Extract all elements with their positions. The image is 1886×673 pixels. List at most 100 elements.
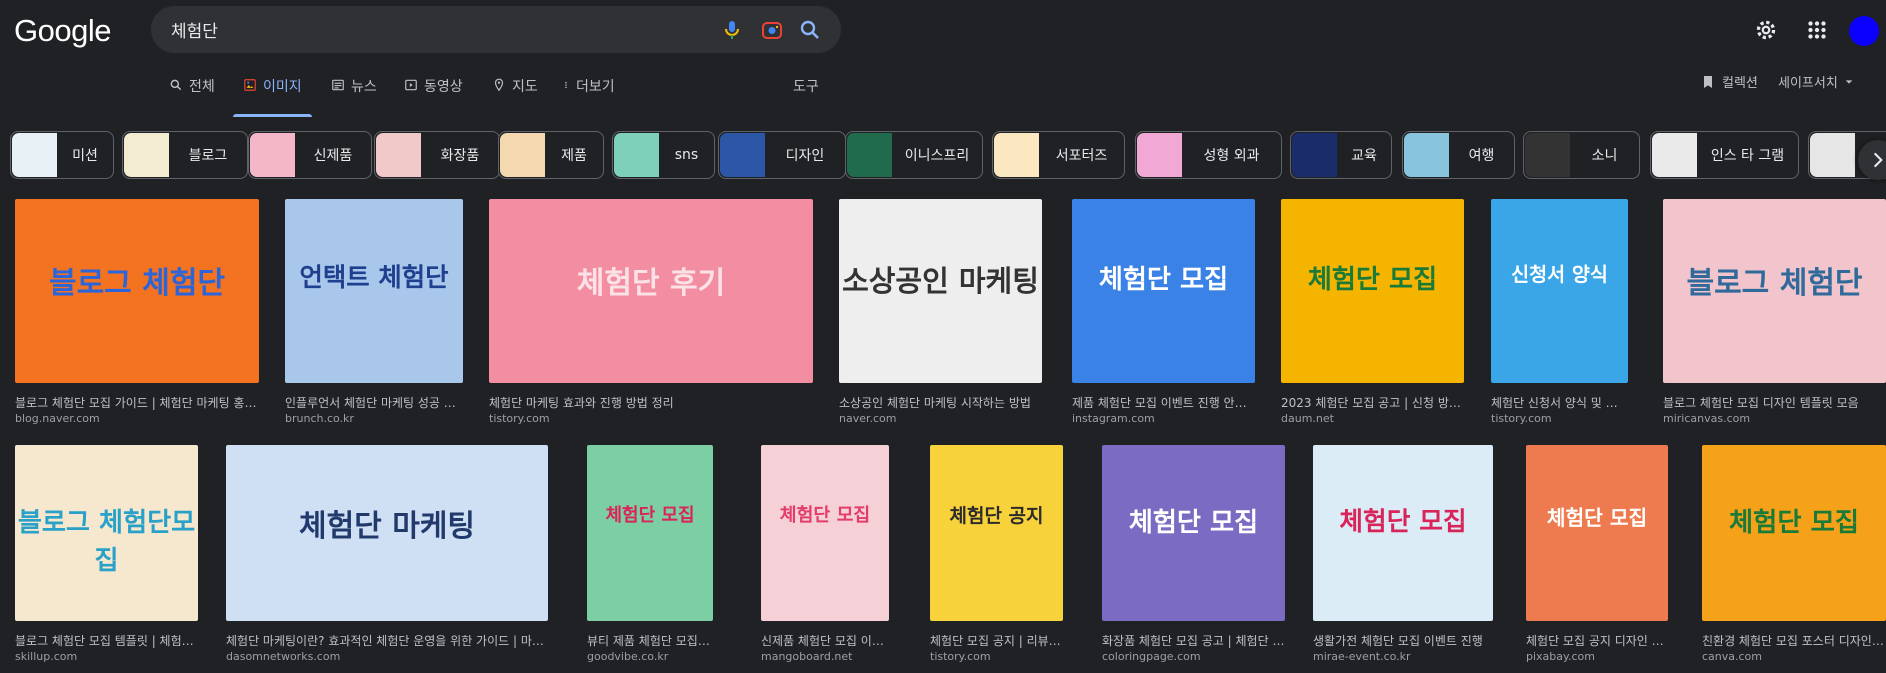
search-box[interactable] — [151, 6, 841, 53]
result-source[interactable]: mirae-event.co.kr — [1313, 650, 1493, 663]
camera-lens-icon[interactable] — [760, 18, 784, 42]
tab-news[interactable]: 뉴스 — [331, 76, 377, 112]
row2-image-result[interactable]: 체험단 모집신제품 체험단 모집 이벤트 안내mangoboard.net — [761, 445, 889, 665]
settings-gear-icon[interactable] — [1753, 17, 1779, 43]
result-thumbnail[interactable]: 블로그 체험단 — [1663, 199, 1886, 383]
result-caption[interactable]: 친환경 체험단 모집 포스터 디자인 템플릿 — [1702, 632, 1886, 649]
row1-image-result[interactable]: 체험단 모집제품 체험단 모집 이벤트 진행 안내 | 뷰티 브랜드 체험단in… — [1072, 199, 1255, 427]
account-avatar[interactable] — [1849, 16, 1879, 46]
result-caption[interactable]: 블로그 체험단 모집 템플릿 | 체험단 모집 디자인 — [15, 632, 198, 649]
tab-images[interactable]: 이미지 — [233, 76, 312, 117]
result-thumbnail[interactable]: 체험단 모집 — [1072, 199, 1255, 383]
result-source[interactable]: dasomnetworks.com — [226, 650, 548, 663]
row1-image-result[interactable]: 체험단 후기체험단 마케팅 효과와 진행 방법 정리 tistory.com — [489, 199, 813, 427]
result-thumbnail[interactable]: 체험단 모집 — [1281, 199, 1464, 383]
chip-4[interactable]: 제품 — [498, 131, 604, 179]
result-source[interactable]: tistory.com — [930, 650, 1063, 663]
result-caption[interactable]: 인플루언서 체험단 마케팅 성공 전략 | 체험단 모집 — [285, 394, 463, 411]
result-source[interactable]: tistory.com — [1491, 412, 1628, 425]
result-caption[interactable]: 블로그 체험단 모집 가이드 | 체험단 마케팅 홍보 방법 — [15, 394, 259, 411]
result-thumbnail[interactable]: 신청서 양식 — [1491, 199, 1628, 383]
result-thumbnail[interactable]: 블로그 체험단모집 — [15, 445, 198, 621]
row2-image-result[interactable]: 체험단 모집체험단 모집 공지 디자인 예시 pixabay.com — [1526, 445, 1668, 665]
result-source[interactable]: tistory.com — [489, 412, 813, 425]
row1-image-result[interactable]: 신청서 양식체험단 신청서 양식 및 작성 방법 안내tistory.com — [1491, 199, 1628, 427]
row2-image-result[interactable]: 체험단 모집뷰티 제품 체험단 모집 포스터 디자인goodvibe.co.kr — [587, 445, 713, 665]
result-source[interactable]: naver.com — [839, 412, 1042, 425]
search-icon[interactable] — [798, 18, 822, 42]
result-thumbnail[interactable]: 체험단 모집 — [1702, 445, 1886, 621]
result-caption[interactable]: 체험단 모집 공지 | 리뷰어 체험단 모집 — [930, 632, 1063, 649]
result-caption[interactable]: 소상공인 체험단 마케팅 시작하는 방법 — [839, 394, 1042, 411]
tab-videos[interactable]: 동영상 — [404, 76, 463, 112]
result-thumbnail[interactable]: 체험단 후기 — [489, 199, 813, 383]
result-thumbnail[interactable]: 블로그 체험단 — [15, 199, 259, 383]
row2-image-result[interactable]: 블로그 체험단모집블로그 체험단 모집 템플릿 | 체험단 모집 디자인skil… — [15, 445, 198, 665]
result-caption[interactable]: 신제품 체험단 모집 이벤트 안내 — [761, 632, 889, 649]
result-source[interactable]: mangoboard.net — [761, 650, 889, 663]
result-caption[interactable]: 제품 체험단 모집 이벤트 진행 안내 | 뷰티 브랜드 체험단 — [1072, 394, 1255, 411]
google-logo[interactable]: Google — [14, 13, 111, 49]
result-thumbnail[interactable]: 언택트 체험단 — [285, 199, 463, 383]
result-thumbnail[interactable]: 체험단 공지 — [930, 445, 1063, 621]
chip-1[interactable]: 블로그 — [122, 131, 248, 179]
row1-image-result[interactable]: 언택트 체험단인플루언서 체험단 마케팅 성공 전략 | 체험단 모집brunc… — [285, 199, 463, 427]
result-thumbnail[interactable]: 체험단 모집 — [1526, 445, 1668, 621]
result-source[interactable]: instagram.com — [1072, 412, 1255, 425]
row2-image-result[interactable]: 체험단 모집화장품 체험단 모집 공고 | 체험단 신청하기coloringpa… — [1102, 445, 1285, 665]
chip-2[interactable]: 신제품 — [248, 131, 372, 179]
mic-icon[interactable] — [720, 18, 744, 42]
result-caption[interactable]: 2023 체험단 모집 공고 | 신청 방법 안내 — [1281, 394, 1464, 411]
apps-grid-icon[interactable] — [1804, 17, 1830, 43]
row2-image-result[interactable]: 체험단 마케팅체험단 마케팅이란? 효과적인 체험단 운영을 위한 가이드 | … — [226, 445, 548, 665]
result-caption[interactable]: 체험단 모집 공지 디자인 예시 — [1526, 632, 1668, 649]
chip-3[interactable]: 화장품 — [374, 131, 500, 179]
search-input[interactable] — [171, 6, 691, 53]
tab-more[interactable]: 더보기 — [562, 76, 615, 112]
result-source[interactable]: canva.com — [1702, 650, 1886, 663]
chip-5[interactable]: sns — [612, 131, 715, 179]
chip-0[interactable]: 미션 — [10, 131, 114, 179]
result-caption[interactable]: 뷰티 제품 체험단 모집 포스터 디자인 — [587, 632, 713, 649]
result-thumbnail[interactable]: 체험단 모집 — [587, 445, 713, 621]
result-source[interactable]: brunch.co.kr — [285, 412, 463, 425]
result-source[interactable]: coloringpage.com — [1102, 650, 1285, 663]
row1-image-result[interactable]: 블로그 체험단블로그 체험단 모집 가이드 | 체험단 마케팅 홍보 방법 blo… — [15, 199, 259, 427]
row2-image-result[interactable]: 체험단 모집친환경 체험단 모집 포스터 디자인 템플릿canva.com — [1702, 445, 1886, 665]
row1-image-result[interactable]: 체험단 모집 2023 체험단 모집 공고 | 신청 방법 안내daum.net — [1281, 199, 1464, 427]
safesearch-button[interactable]: 세이프서치 — [1778, 72, 1854, 91]
result-source[interactable]: miricanvas.com — [1663, 412, 1886, 425]
row1-image-result[interactable]: 소상공인 마케팅소상공인 체험단 마케팅 시작하는 방법 naver.com — [839, 199, 1042, 427]
result-source[interactable]: pixabay.com — [1526, 650, 1668, 663]
chip-13[interactable]: 인스 타 그램 — [1650, 131, 1799, 179]
result-source[interactable]: goodvibe.co.kr — [587, 650, 713, 663]
result-thumbnail[interactable]: 체험단 마케팅 — [226, 445, 548, 621]
result-thumbnail[interactable]: 체험단 모집 — [1102, 445, 1285, 621]
result-caption[interactable]: 체험단 신청서 양식 및 작성 방법 안내 — [1491, 394, 1628, 411]
result-caption[interactable]: 체험단 마케팅 효과와 진행 방법 정리 — [489, 394, 813, 411]
row2-image-result[interactable]: 체험단 모집생활가전 체험단 모집 이벤트 진행 mirae-event.co.k… — [1313, 445, 1493, 665]
result-caption[interactable]: 생활가전 체험단 모집 이벤트 진행 — [1313, 632, 1493, 649]
tools-button[interactable]: 도구 — [793, 76, 819, 112]
chip-9[interactable]: 성형 외과 — [1135, 131, 1282, 179]
collections-button[interactable]: 컬렉션 — [1700, 72, 1758, 91]
tab-maps[interactable]: 지도 — [492, 76, 538, 112]
chip-11[interactable]: 여행 — [1402, 131, 1515, 179]
result-source[interactable]: daum.net — [1281, 412, 1464, 425]
chip-6[interactable]: 디자인 — [718, 131, 846, 179]
tab-all[interactable]: 전체 — [169, 76, 215, 112]
chip-7[interactable]: 이니스프리 — [845, 131, 983, 179]
chip-10[interactable]: 교육 — [1290, 131, 1392, 179]
chip-8[interactable]: 서포터즈 — [992, 131, 1125, 179]
result-thumbnail[interactable]: 체험단 모집 — [1313, 445, 1493, 621]
result-thumbnail[interactable]: 체험단 모집 — [761, 445, 889, 621]
result-caption[interactable]: 화장품 체험단 모집 공고 | 체험단 신청하기 — [1102, 632, 1285, 649]
row1-image-result[interactable]: 블로그 체험단블로그 체험단 모집 디자인 템플릿 모음 miricanvas.c… — [1663, 199, 1886, 427]
result-thumbnail[interactable]: 소상공인 마케팅 — [839, 199, 1042, 383]
row2-image-result[interactable]: 체험단 공지체험단 모집 공지 | 리뷰어 체험단 모집tistory.com — [930, 445, 1063, 665]
result-caption[interactable]: 체험단 마케팅이란? 효과적인 체험단 운영을 위한 가이드 | 마케팅 — [226, 632, 548, 649]
result-source[interactable]: blog.naver.com — [15, 412, 259, 425]
result-caption[interactable]: 블로그 체험단 모집 디자인 템플릿 모음 — [1663, 394, 1886, 411]
result-source[interactable]: skillup.com — [15, 650, 198, 663]
chip-12[interactable]: 소니 — [1523, 131, 1640, 179]
